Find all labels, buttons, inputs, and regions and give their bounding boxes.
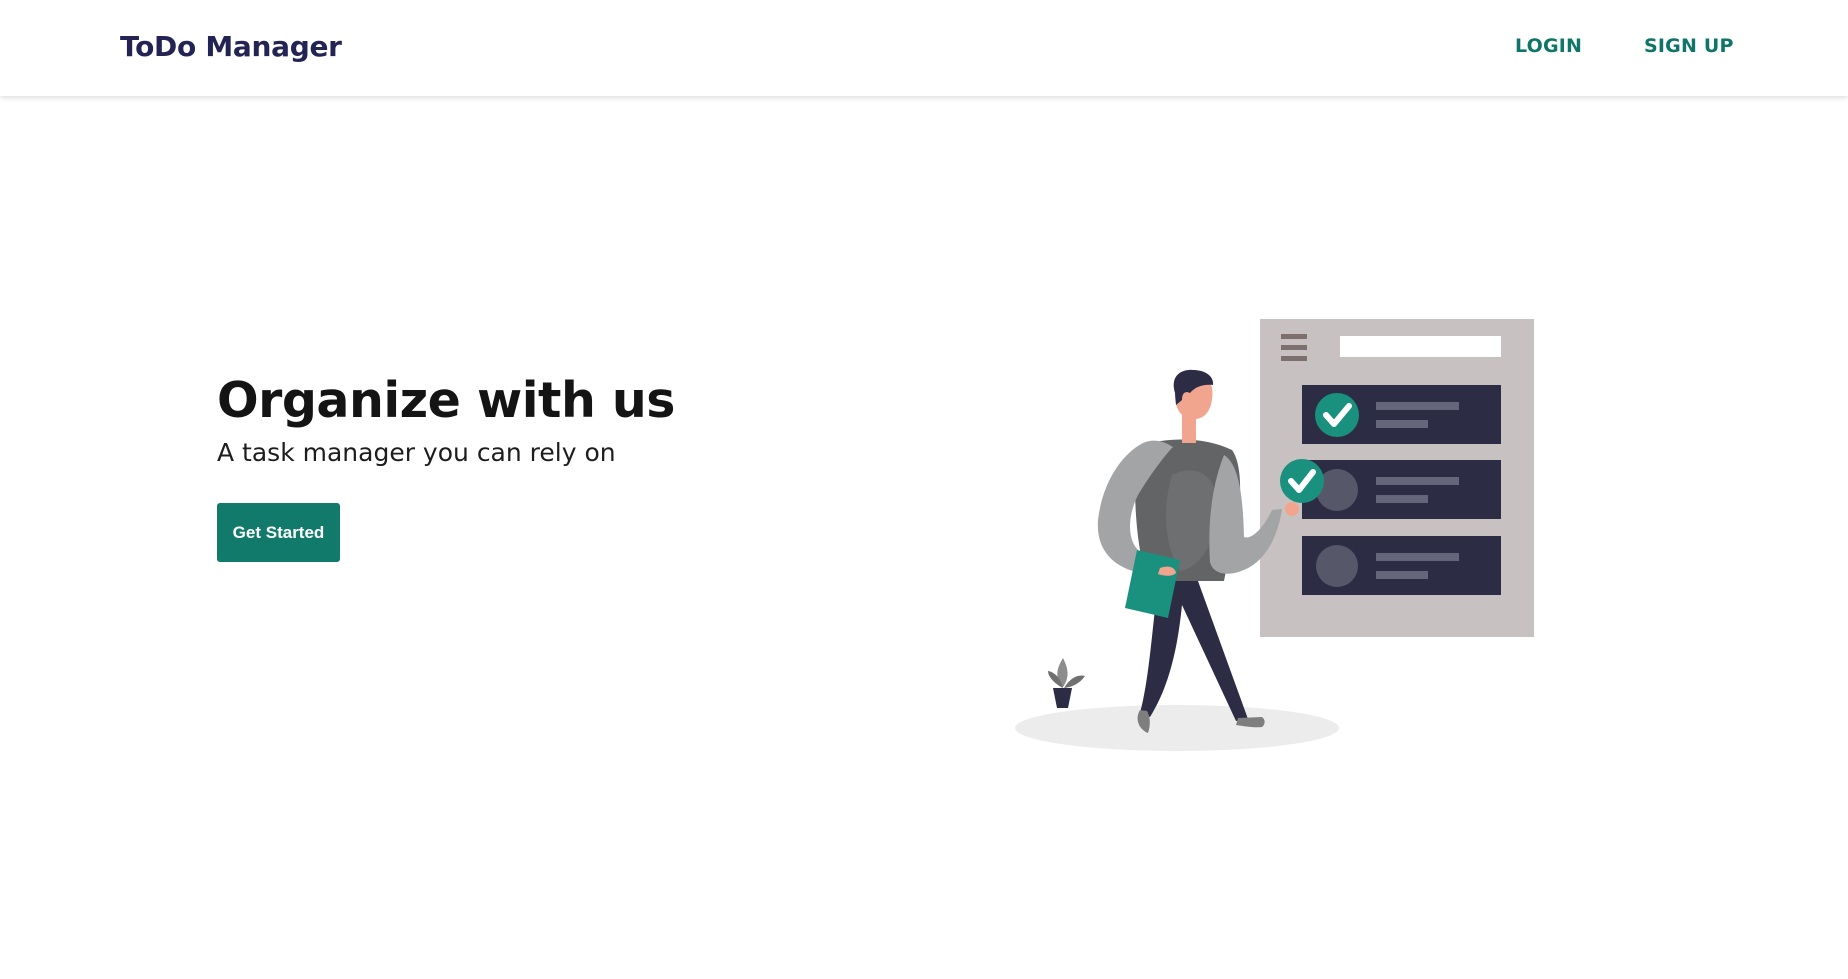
- brand-logo[interactable]: ToDo Manager: [120, 30, 342, 63]
- hero-section: Organize with us A task manager you can …: [217, 370, 675, 468]
- login-link[interactable]: LOGIN: [1515, 35, 1582, 57]
- task-card: [1302, 536, 1501, 595]
- task-card: [1302, 460, 1501, 519]
- plant-icon: [1048, 658, 1085, 708]
- hamburger-menu-icon: [1281, 334, 1307, 361]
- check-icon: [1315, 393, 1359, 437]
- hero-subtitle: A task manager you can rely on: [217, 438, 616, 467]
- held-check-icon: [1280, 459, 1324, 503]
- ground-shadow: [1015, 705, 1339, 751]
- panel-search-bar: [1340, 336, 1501, 357]
- hero-illustration: [1015, 319, 1534, 751]
- hero-title: Organize with us: [217, 372, 675, 429]
- get-started-button[interactable]: Get Started: [217, 503, 340, 562]
- navbar: ToDo Manager LOGIN SIGN UP: [0, 0, 1848, 96]
- signup-link[interactable]: SIGN UP: [1644, 35, 1734, 57]
